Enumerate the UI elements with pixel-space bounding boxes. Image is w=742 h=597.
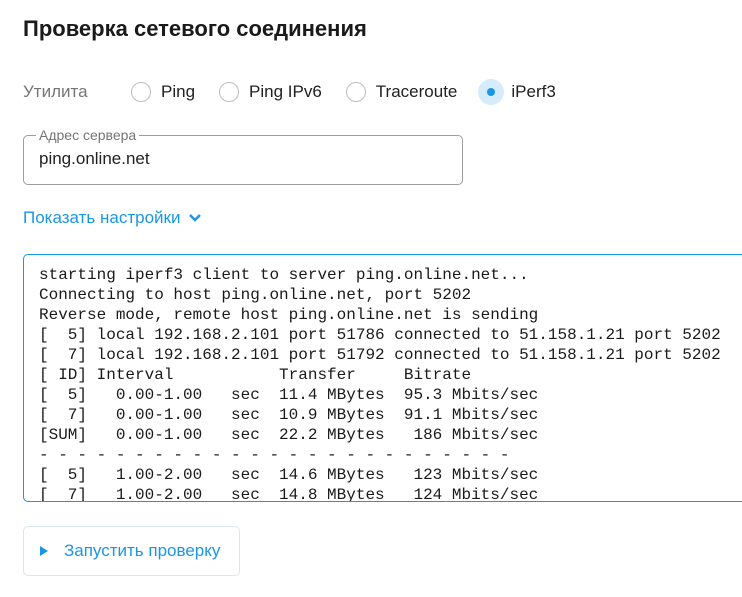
output-line: [ 7] 1.00-2.00 sec 14.8 MBytes 124 Mbits… bbox=[39, 486, 539, 502]
radio-selected-icon bbox=[478, 79, 505, 105]
radio-label: Traceroute bbox=[375, 82, 458, 101]
output-console[interactable]: starting iperf3 client to server ping.on… bbox=[23, 254, 742, 502]
output-line: [ 7] local 192.168.2.101 port 51792 conn… bbox=[39, 346, 721, 364]
utility-label: Утилита bbox=[23, 82, 88, 101]
page-title: Проверка сетевого соединения bbox=[23, 16, 367, 41]
radio-ping[interactable]: Ping bbox=[131, 82, 195, 102]
radio-label: iPerf3 bbox=[511, 82, 556, 101]
output-line: - - - - - - - - - - - - - - - - - - - - … bbox=[39, 446, 510, 464]
output-line: Reverse mode, remote host ping.online.ne… bbox=[39, 306, 539, 324]
server-address-input[interactable] bbox=[39, 149, 439, 169]
output-text: starting iperf3 client to server ping.on… bbox=[39, 265, 721, 502]
radio-circle-icon bbox=[219, 82, 240, 102]
output-line: [ 5] local 192.168.2.101 port 51786 conn… bbox=[39, 326, 721, 344]
output-line: starting iperf3 client to server ping.on… bbox=[39, 266, 529, 284]
server-address-label: Адрес сервера bbox=[36, 127, 140, 143]
run-check-label: Запустить проверку bbox=[64, 541, 221, 560]
show-settings-toggle[interactable]: Показать настройки bbox=[23, 208, 202, 228]
radio-iperf3[interactable]: iPerf3 bbox=[478, 79, 556, 105]
server-address-field: Адрес сервера bbox=[23, 127, 463, 185]
output-line: [ 5] 1.00-2.00 sec 14.6 MBytes 123 Mbits… bbox=[39, 466, 539, 484]
radio-label: Ping IPv6 bbox=[249, 82, 322, 101]
radio-ping-ipv6[interactable]: Ping IPv6 bbox=[219, 82, 322, 102]
output-line: [ 7] 0.00-1.00 sec 10.9 MBytes 91.1 Mbit… bbox=[39, 406, 539, 424]
output-line: [ ID] Interval Transfer Bitrate bbox=[39, 366, 472, 384]
output-line: [ 5] 0.00-1.00 sec 11.4 MBytes 95.3 Mbit… bbox=[39, 386, 539, 404]
chevron-down-icon bbox=[189, 214, 202, 222]
show-settings-label: Показать настройки bbox=[23, 208, 181, 227]
radio-circle-icon bbox=[345, 82, 366, 102]
utility-selector: Утилита Ping Ping IPv6 Traceroute iPerf3 bbox=[23, 79, 580, 105]
radio-traceroute[interactable]: Traceroute bbox=[345, 82, 458, 102]
radio-label: Ping bbox=[161, 82, 196, 101]
output-line: [SUM] 0.00-1.00 sec 22.2 MBytes 186 Mbit… bbox=[39, 426, 539, 444]
play-icon bbox=[40, 546, 48, 556]
output-line: Connecting to host ping.online.net, port… bbox=[39, 286, 472, 304]
run-check-button[interactable]: Запустить проверку bbox=[23, 526, 240, 576]
radio-circle-icon bbox=[131, 82, 151, 102]
